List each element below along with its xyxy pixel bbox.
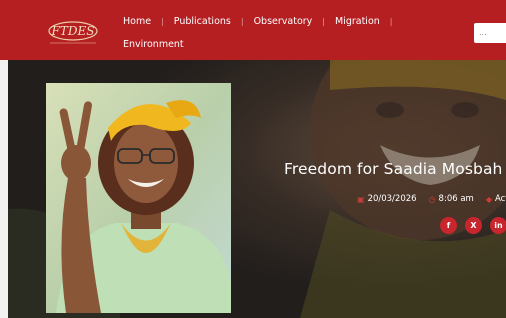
linkedin-icon: in xyxy=(494,221,503,230)
article-title[interactable]: Freedom for Saadia Mosbah xyxy=(284,160,502,178)
site-header: FTDES Home | Publications | Observatory … xyxy=(0,0,506,60)
share-buttons: f X in xyxy=(440,217,506,234)
nav-separator: | xyxy=(161,16,164,26)
nav-separator: | xyxy=(322,16,325,26)
search-input[interactable]: ... xyxy=(474,23,506,43)
x-share-button[interactable]: X xyxy=(465,217,482,234)
nav-separator: | xyxy=(240,16,244,26)
article-category[interactable]: Actu xyxy=(495,194,506,204)
facebook-icon: f xyxy=(446,221,451,230)
svg-text:FTDES: FTDES xyxy=(51,24,95,38)
nav-home[interactable]: Home xyxy=(123,16,151,27)
clock-icon: ◷ xyxy=(428,194,436,204)
article-meta: ▣ 20/03/2026 ◷ 8:06 am ◆ Actu xyxy=(357,193,506,205)
page-edge xyxy=(0,60,8,318)
nav-observatory[interactable]: Observatory xyxy=(254,16,313,27)
site-logo[interactable]: FTDES xyxy=(40,17,106,47)
linkedin-share-button[interactable]: in xyxy=(490,217,506,234)
tag-icon: ◆ xyxy=(485,194,492,204)
nav-environment[interactable]: Environment xyxy=(123,39,184,53)
facebook-share-button[interactable]: f xyxy=(440,217,457,234)
nav-publications[interactable]: Publications xyxy=(174,16,231,27)
article-date: 20/03/2026 xyxy=(367,194,417,204)
article-time: 8:06 am xyxy=(438,194,474,204)
calendar-icon: ▣ xyxy=(357,194,365,204)
nav-migration[interactable]: Migration xyxy=(335,16,380,27)
article-image[interactable] xyxy=(46,83,231,313)
x-icon: X xyxy=(470,221,477,230)
main-nav: Home | Publications | Observatory | Migr… xyxy=(123,14,402,28)
nav-separator: | xyxy=(389,16,393,26)
